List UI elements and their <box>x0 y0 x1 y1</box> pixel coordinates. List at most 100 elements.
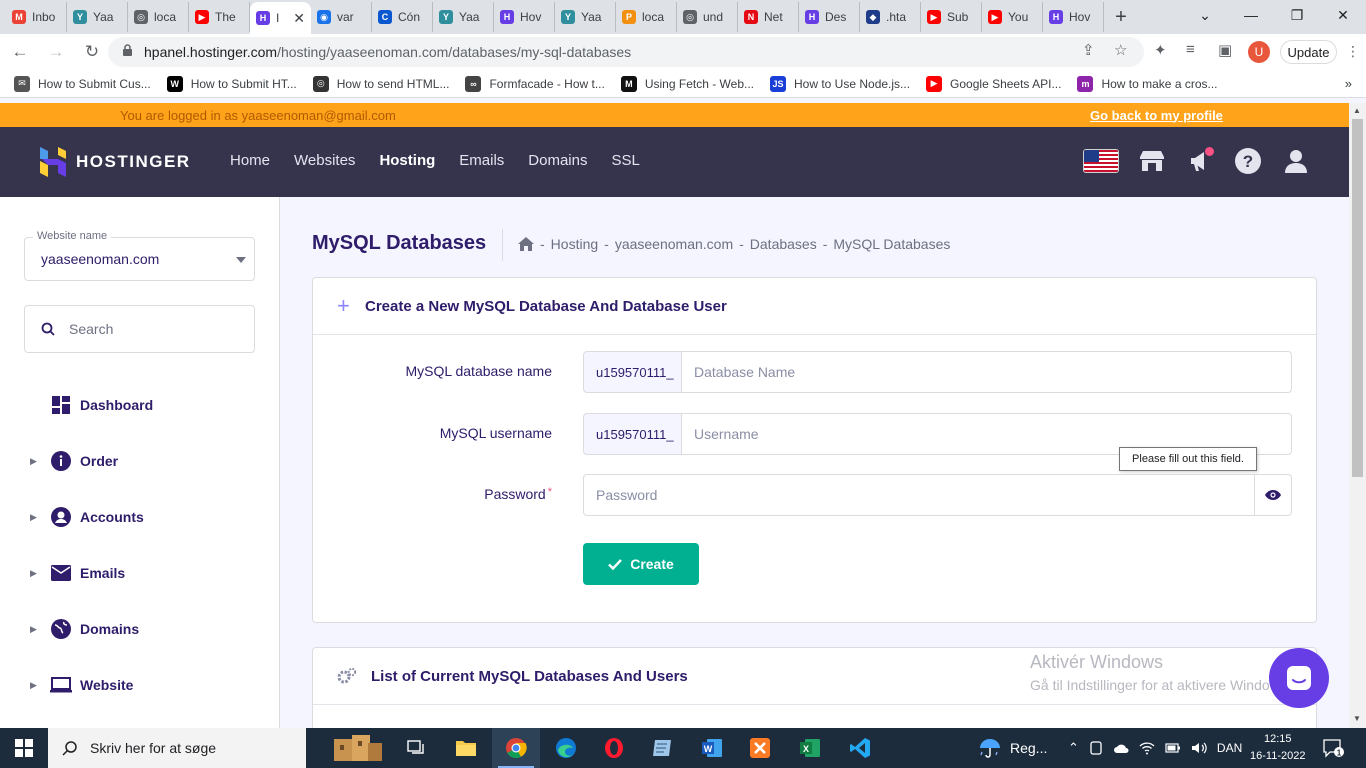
bookmark-item[interactable]: ∞ Formfacade - How t... <box>465 75 605 92</box>
bookmark-item[interactable]: ◎ How to send HTML... <box>312 75 449 92</box>
close-tab-icon[interactable]: ✕ <box>293 10 305 27</box>
reload-icon[interactable]: ↻ <box>76 36 108 68</box>
nav-link-emails[interactable]: Emails <box>459 152 504 169</box>
sidebar-item-dashboard[interactable]: Dashboard <box>0 377 279 433</box>
nav-link-domains[interactable]: Domains <box>528 152 587 169</box>
side-panel-icon[interactable]: ▣ <box>1218 41 1232 59</box>
announcement-megaphone-icon[interactable] <box>1186 147 1214 175</box>
browser-tab[interactable]: Y Yaa <box>67 2 128 32</box>
create-button[interactable]: Create <box>583 543 699 585</box>
notification-center-icon[interactable]: 1 <box>1322 728 1344 768</box>
home-icon[interactable] <box>518 237 534 251</box>
page-scrollbar[interactable]: ▲ ▼ <box>1349 103 1366 728</box>
go-back-profile-link[interactable]: Go back to my profile <box>1090 108 1223 123</box>
edge-icon[interactable] <box>542 728 590 768</box>
user-profile-icon[interactable] <box>1282 147 1310 175</box>
sidebar-item-domains[interactable]: ▶ Domains <box>0 601 279 657</box>
taskbar-search-input[interactable]: Skriv her for at søge <box>48 728 306 768</box>
tray-chevron-up-icon[interactable]: ⌃ <box>1068 740 1079 756</box>
browser-tab[interactable]: ▶ Sub <box>921 2 982 32</box>
breadcrumb-item[interactable]: yaaseenoman.com <box>615 236 733 252</box>
xampp-icon[interactable] <box>736 728 784 768</box>
browser-tab[interactable]: ◆ .hta <box>860 2 921 32</box>
bookmark-star-icon[interactable]: ☆ <box>1114 41 1127 59</box>
windows-start-icon[interactable] <box>0 728 48 768</box>
browser-tab[interactable]: Ploca <box>616 2 677 32</box>
bookmark-item[interactable]: ▶ Google Sheets API... <box>926 75 1061 92</box>
browser-tab[interactable]: ▶ You <box>982 2 1043 32</box>
vscode-icon[interactable] <box>836 728 884 768</box>
onedrive-cloud-icon[interactable] <box>1113 742 1129 754</box>
browser-tab[interactable]: Y Yaa <box>433 2 494 32</box>
browser-tab[interactable]: H Hov <box>1043 2 1104 32</box>
word-icon[interactable]: W <box>688 728 736 768</box>
nav-link-hosting[interactable]: Hosting <box>379 152 435 169</box>
opera-icon[interactable] <box>590 728 638 768</box>
browser-tab[interactable]: C Cón <box>372 2 433 32</box>
tab-search-chevron-icon[interactable]: ⌄ <box>1182 0 1228 30</box>
minimize-button[interactable]: — <box>1228 0 1274 30</box>
browser-tab[interactable]: H Des <box>799 2 860 32</box>
task-view-icon[interactable] <box>392 728 440 768</box>
nav-link-ssl[interactable]: SSL <box>611 152 639 169</box>
menu-kebab-icon[interactable]: ⋮ <box>1346 43 1360 60</box>
notes-app-icon[interactable] <box>638 728 686 768</box>
sidebar-item-order[interactable]: ▶ Order <box>0 433 279 489</box>
new-tab-button[interactable]: + <box>1104 2 1138 32</box>
language-indicator[interactable]: DAN <box>1217 741 1242 755</box>
help-question-icon[interactable]: ? <box>1234 147 1262 175</box>
show-password-eye-icon[interactable] <box>1254 474 1292 516</box>
scroll-down-arrow-icon[interactable]: ▼ <box>1353 714 1361 723</box>
breadcrumb-item[interactable]: Databases <box>750 236 817 252</box>
search-highlight-illustration[interactable] <box>318 728 398 768</box>
browser-tab[interactable]: ▶ The <box>189 2 250 32</box>
update-button[interactable]: Update <box>1280 40 1337 64</box>
tray-device-icon[interactable] <box>1089 741 1103 755</box>
excel-icon[interactable]: X <box>786 728 834 768</box>
breadcrumb-item[interactable]: Hosting <box>551 236 598 252</box>
nav-link-home[interactable]: Home <box>230 152 270 169</box>
taskbar-clock[interactable]: 12:15 16-11-2022 <box>1250 731 1305 765</box>
browser-tab[interactable]: ◎ loca <box>128 2 189 32</box>
reading-list-icon[interactable]: ≡ <box>1186 41 1195 58</box>
address-bar[interactable]: hpanel.hostinger.com/hosting/yaaseenoman… <box>108 37 1144 67</box>
sidebar-item-emails[interactable]: ▶ Emails <box>0 545 279 601</box>
restore-button[interactable]: ❐ <box>1274 0 1320 30</box>
close-window-button[interactable]: ✕ <box>1320 0 1366 30</box>
browser-tab[interactable]: ◎ und <box>677 2 738 32</box>
scroll-up-arrow-icon[interactable]: ▲ <box>1353 106 1361 115</box>
store-icon[interactable] <box>1138 147 1166 175</box>
volume-icon[interactable] <box>1191 741 1207 755</box>
chrome-icon[interactable] <box>492 728 540 768</box>
bookmark-item[interactable]: m How to make a cros... <box>1077 75 1218 92</box>
nav-link-websites[interactable]: Websites <box>294 152 355 169</box>
browser-tab[interactable]: ◉ var <box>311 2 372 32</box>
sidebar-item-accounts[interactable]: ▶ Accounts <box>0 489 279 545</box>
share-icon[interactable]: ⇪ <box>1082 41 1095 59</box>
us-flag-icon[interactable] <box>1084 150 1118 172</box>
sidebar-item-website[interactable]: ▶ Website <box>0 657 279 713</box>
browser-tab[interactable]: N Net <box>738 2 799 32</box>
browser-tab[interactable]: Y Yaa <box>555 2 616 32</box>
bookmark-item[interactable]: ✉ How to Submit Cus... <box>14 75 151 92</box>
browser-tab[interactable]: H I ✕ <box>250 2 311 34</box>
profile-avatar[interactable]: U <box>1248 41 1270 63</box>
password-input[interactable]: Password <box>583 474 1255 516</box>
db-name-input[interactable]: Database Name <box>681 351 1292 393</box>
bookmark-item[interactable]: JS How to Use Node.js... <box>770 75 910 92</box>
sidebar-search-input[interactable]: Search <box>24 305 255 353</box>
browser-tab[interactable]: H Hov <box>494 2 555 32</box>
battery-icon[interactable] <box>1165 742 1181 754</box>
website-name-select[interactable]: Website name yaaseenoman.com <box>24 230 255 281</box>
chat-support-button[interactable] <box>1269 648 1329 708</box>
weather-widget[interactable]: Reg... <box>978 728 1047 768</box>
hostinger-logo[interactable]: HOSTINGER <box>40 147 191 177</box>
more-bookmarks-icon[interactable]: » <box>1345 76 1352 91</box>
forward-arrow-icon[interactable]: → <box>40 36 72 68</box>
bookmark-item[interactable]: W How to Submit HT... <box>166 75 297 92</box>
scrollbar-thumb[interactable] <box>1352 119 1363 477</box>
browser-tab[interactable]: M Inbo <box>6 2 67 32</box>
wifi-icon[interactable] <box>1139 741 1155 755</box>
extensions-puzzle-icon[interactable]: ✦ <box>1154 41 1167 59</box>
file-explorer-icon[interactable] <box>442 728 490 768</box>
